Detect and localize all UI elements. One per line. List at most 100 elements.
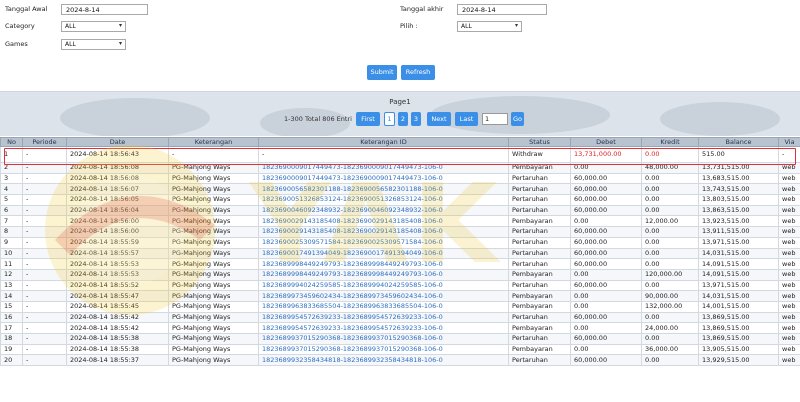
table-cell: PG-Mahjong Ways (168, 322, 259, 334)
table-cell[interactable]: 1823690051326853124-1823690051326853124-… (258, 194, 509, 206)
table-row[interactable]: 10-2024-08-14 18:55:57 PG-Mahjong Ways 182… (0, 247, 800, 260)
table-cell: 2024-08-14 18:56:04 (66, 204, 169, 217)
table-row[interactable]: 20-2024-08-14 18:55:37 PG-Mahjong Ways 182… (0, 354, 800, 367)
table-cell[interactable]: 1823689973459602434-1823689973459602434-… (258, 290, 509, 302)
table-cell[interactable]: 1823690029143185408-1823690029143185408-… (258, 226, 509, 238)
table-cell: 11 (0, 258, 23, 270)
table-cell: 2024-08-14 18:55:53 (66, 258, 169, 270)
table-cell[interactable]: 1823690009017449473-1823690009017449473-… (258, 172, 509, 185)
table-cell[interactable]: 1823689998449249793-1823689998449249793-… (258, 258, 509, 270)
pilih-select[interactable]: ALL ▾ (457, 21, 522, 32)
table-row[interactable]: 9-2024-08-14 18:55:59 PG-Mahjong Ways 1823… (0, 236, 800, 249)
category-select-value: ALL (65, 23, 76, 30)
table-cell: 2024-08-14 18:55:57 (66, 247, 169, 260)
table-cell: web (778, 226, 800, 238)
table-cell: 0.00 (570, 268, 642, 281)
table-cell: PG-Mahjong Ways (168, 333, 259, 345)
table-row[interactable]: 8-2024-08-14 18:56:00 PG-Mahjong Ways 1823… (0, 226, 800, 238)
table-cell: PG-Mahjong Ways (168, 247, 259, 260)
games-label: Games (5, 40, 28, 48)
table-cell[interactable]: 1823689954572639233-1823689954572639233-… (258, 311, 509, 324)
table-cell: 15 (0, 300, 23, 313)
submit-button[interactable]: Submit (367, 65, 397, 80)
table-cell[interactable]: 1823690056582301188-1823690056582301188-… (258, 183, 509, 196)
table-row[interactable]: 5-2024-08-14 18:56:05 PG-Mahjong Ways 1823… (0, 194, 800, 206)
table-cell: - (22, 300, 67, 313)
games-select[interactable]: ALL ▾ (61, 39, 126, 50)
table-row[interactable]: 7-2024-08-14 18:56:00 PG-Mahjong Ways 1823… (0, 215, 800, 228)
table-cell: 2024-08-14 18:55:37 (66, 354, 169, 367)
table-cell: 60,000.00 (570, 279, 642, 292)
chevron-down-icon: ▾ (118, 40, 122, 47)
table-cell: 2024-08-14 18:56:05 (66, 194, 169, 206)
page-number-input[interactable]: 1 (482, 113, 508, 125)
table-cell[interactable]: 1823689937015290368-1823689937015290368-… (258, 333, 509, 345)
table-cell: - (22, 268, 67, 281)
table-cell: 60,000.00 (570, 258, 642, 270)
first-page-button[interactable]: First (356, 112, 380, 126)
table-cell: 2024-08-14 18:55:42 (66, 311, 169, 324)
table-cell[interactable]: 1823689963833685504-1823689963833685504-… (258, 300, 509, 313)
table-cell: Pertaruhan (508, 194, 571, 206)
chevron-down-icon: ▾ (514, 22, 518, 29)
last-page-button[interactable]: Last (455, 112, 478, 126)
table-cell: 13,911,515.00 (698, 226, 779, 238)
refresh-button[interactable]: Refresh (401, 65, 435, 80)
table-cell: web (778, 354, 800, 367)
table-cell[interactable]: 1823689932358434818-1823689932358434818-… (258, 354, 509, 367)
table-cell: 4 (0, 183, 23, 196)
table-cell: 0.00 (641, 204, 699, 217)
start-date-input[interactable]: 2024-8-14 (61, 4, 148, 15)
table-cell: 0.00 (641, 183, 699, 196)
table-cell: 13,869,515.00 (698, 322, 779, 334)
page-button-1[interactable]: 1 (384, 112, 395, 126)
end-date-input[interactable]: 2024-8-14 (457, 4, 547, 15)
table-cell: - (22, 172, 67, 185)
table-cell: - (22, 194, 67, 206)
table-row[interactable]: 18-2024-08-14 18:55:38 PG-Mahjong Ways 182… (0, 333, 800, 345)
table-cell: 7 (0, 215, 23, 228)
table-row[interactable]: 13-2024-08-14 18:55:52 PG-Mahjong Ways 182… (0, 279, 800, 292)
category-select[interactable]: ALL ▾ (61, 21, 126, 32)
table-cell[interactable]: 1823690046092348932-1823690046092348932-… (258, 204, 509, 217)
table-row[interactable]: 16-2024-08-14 18:55:42 PG-Mahjong Ways 182… (0, 311, 800, 324)
table-cell: 20 (0, 354, 23, 367)
table-cell: - (22, 215, 67, 228)
table-cell: 60,000.00 (570, 183, 642, 196)
column-header: Periode (22, 137, 67, 147)
table-row[interactable]: 12-2024-08-14 18:55:53 PG-Mahjong Ways 182… (0, 268, 800, 281)
table-cell: 13,971,515.00 (698, 279, 779, 292)
table-cell: Pertaruhan (508, 258, 571, 270)
table-row[interactable]: 19-2024-08-14 18:55:38 PG-Mahjong Ways 182… (0, 343, 800, 356)
table-cell[interactable]: 1823689998449249793-1823689998449249793-… (258, 268, 509, 281)
table-cell: 2024-08-14 18:55:47 (66, 290, 169, 302)
table-row[interactable]: 17-2024-08-14 18:55:42 PG-Mahjong Ways 182… (0, 322, 800, 334)
table-cell[interactable]: 1823689937015290368-1823689937015290368-… (258, 343, 509, 356)
table-row[interactable]: 14-2024-08-14 18:55:47 PG-Mahjong Ways 182… (0, 290, 800, 302)
table-row[interactable]: 15-2024-08-14 18:55:45 PG-Mahjong Ways 182… (0, 300, 800, 313)
table-row[interactable]: 11-2024-08-14 18:55:53 PG-Mahjong Ways 182… (0, 258, 800, 270)
table-cell[interactable]: 1823689954572639233-1823689954572639233-… (258, 322, 509, 334)
table-cell[interactable]: 1823690017491394049-1823690017491394049-… (258, 247, 509, 260)
table-row[interactable]: 3-2024-08-14 18:56:08 PG-Mahjong Ways 1823… (0, 172, 800, 185)
table-row[interactable]: 6-2024-08-14 18:56:04 PG-Mahjong Ways 1823… (0, 204, 800, 217)
table-body: 1-2024-08-14 18:56:43- - Withdraw 13,731,00… (0, 146, 800, 367)
start-date-label: Tanggal Awal (5, 5, 48, 13)
chevron-down-icon: ▾ (118, 22, 122, 29)
table-cell[interactable]: 1823689994024259585-1823689994024259585-… (258, 279, 509, 292)
table-row[interactable]: 4-2024-08-14 18:56:07 PG-Mahjong Ways 1823… (0, 183, 800, 196)
next-page-button[interactable]: Next (427, 112, 451, 126)
filter-panel: Tanggal Awal 2024-8-14 Tanggal akhir 202… (0, 0, 800, 92)
table-cell[interactable]: 1823690025309571584-1823690025309571584-… (258, 236, 509, 249)
table-cell: 5 (0, 194, 23, 206)
page-button-3[interactable]: 3 (411, 112, 421, 126)
go-button[interactable]: Go (511, 112, 524, 126)
table-cell[interactable]: 1823690029143185408-1823690029143185408-… (258, 215, 509, 228)
transactions-table: No Periode Date Keterangan Keterangan ID Stat… (0, 137, 800, 367)
table-cell: 60,000.00 (570, 333, 642, 345)
table-cell: - (22, 322, 67, 334)
page-button-2[interactable]: 2 (398, 112, 408, 126)
table-cell: 12 (0, 268, 23, 281)
table-cell: PG-Mahjong Ways (168, 183, 259, 196)
table-cell: 2024-08-14 18:55:59 (66, 236, 169, 249)
